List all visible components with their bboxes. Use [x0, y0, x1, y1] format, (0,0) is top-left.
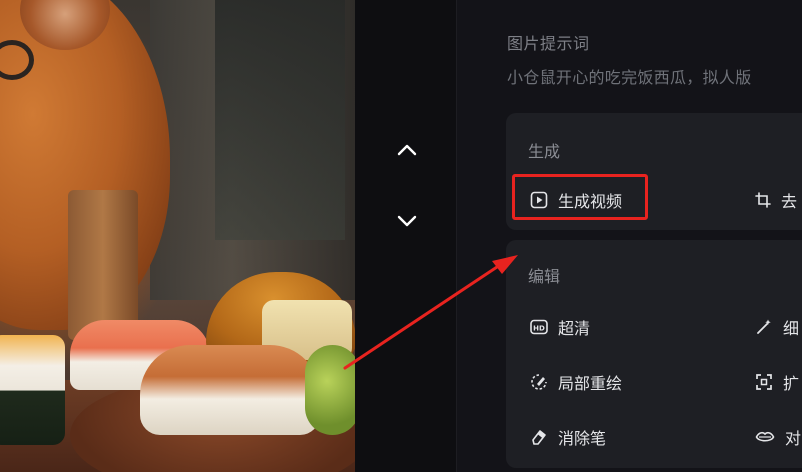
- lip-sync-label: 对: [785, 429, 802, 448]
- hd-upscale-label: 超清: [558, 319, 591, 338]
- eraser-icon: [532, 430, 546, 445]
- hd-upscale-button[interactable]: HD 超清: [530, 315, 590, 339]
- annotation-arrow: [343, 255, 518, 370]
- image-roll-sushi: [0, 335, 65, 445]
- side-panel: 图片提示词 小仓鼠开心的吃完饭西瓜，拟人版 生成 生成视频 去 编辑 HD 超清: [456, 0, 802, 472]
- lip-sync-button[interactable]: 对: [755, 425, 801, 449]
- image-navigation-strip: [355, 0, 456, 472]
- generate-section-title: 生成: [528, 142, 561, 161]
- chevron-up-icon: [397, 144, 417, 156]
- partial-redraw-button[interactable]: 局部重绘: [530, 370, 622, 394]
- generated-image: [0, 0, 355, 472]
- image-background-window: [215, 0, 345, 240]
- image-chair: [68, 190, 138, 340]
- previous-image-button[interactable]: [395, 138, 419, 162]
- edit-section-title: 编辑: [528, 267, 561, 286]
- eraser-button[interactable]: 消除笔: [530, 425, 606, 449]
- partial-redraw-label: 局部重绘: [558, 374, 623, 393]
- crop-label: 去: [781, 192, 798, 211]
- expand-label: 扩: [783, 374, 800, 393]
- crop-button[interactable]: 去: [755, 188, 797, 212]
- svg-text:HD: HD: [533, 324, 545, 332]
- edit-section: 编辑 HD 超清 细 局部重绘 扩 消除笔 对: [506, 240, 802, 468]
- expand-button[interactable]: 扩: [755, 370, 799, 394]
- image-grilled-sushi: [140, 345, 320, 435]
- prompt-text[interactable]: 小仓鼠开心的吃完饭西瓜，拟人版: [507, 64, 752, 88]
- annotation-highlight-box: [512, 174, 648, 220]
- crop-icon: [755, 192, 771, 208]
- chevron-down-icon: [397, 215, 417, 227]
- refine-button[interactable]: 细: [755, 315, 799, 339]
- next-image-button[interactable]: [395, 209, 419, 233]
- eraser-label: 消除笔: [558, 429, 607, 448]
- partial-redraw-icon: [531, 374, 547, 390]
- hd-icon: HD: [530, 319, 548, 335]
- lips-icon: [755, 431, 775, 442]
- prompt-title: 图片提示词: [507, 34, 590, 53]
- expand-icon: [756, 374, 772, 390]
- magic-wand-icon: [757, 319, 771, 334]
- refine-label: 细: [783, 319, 800, 338]
